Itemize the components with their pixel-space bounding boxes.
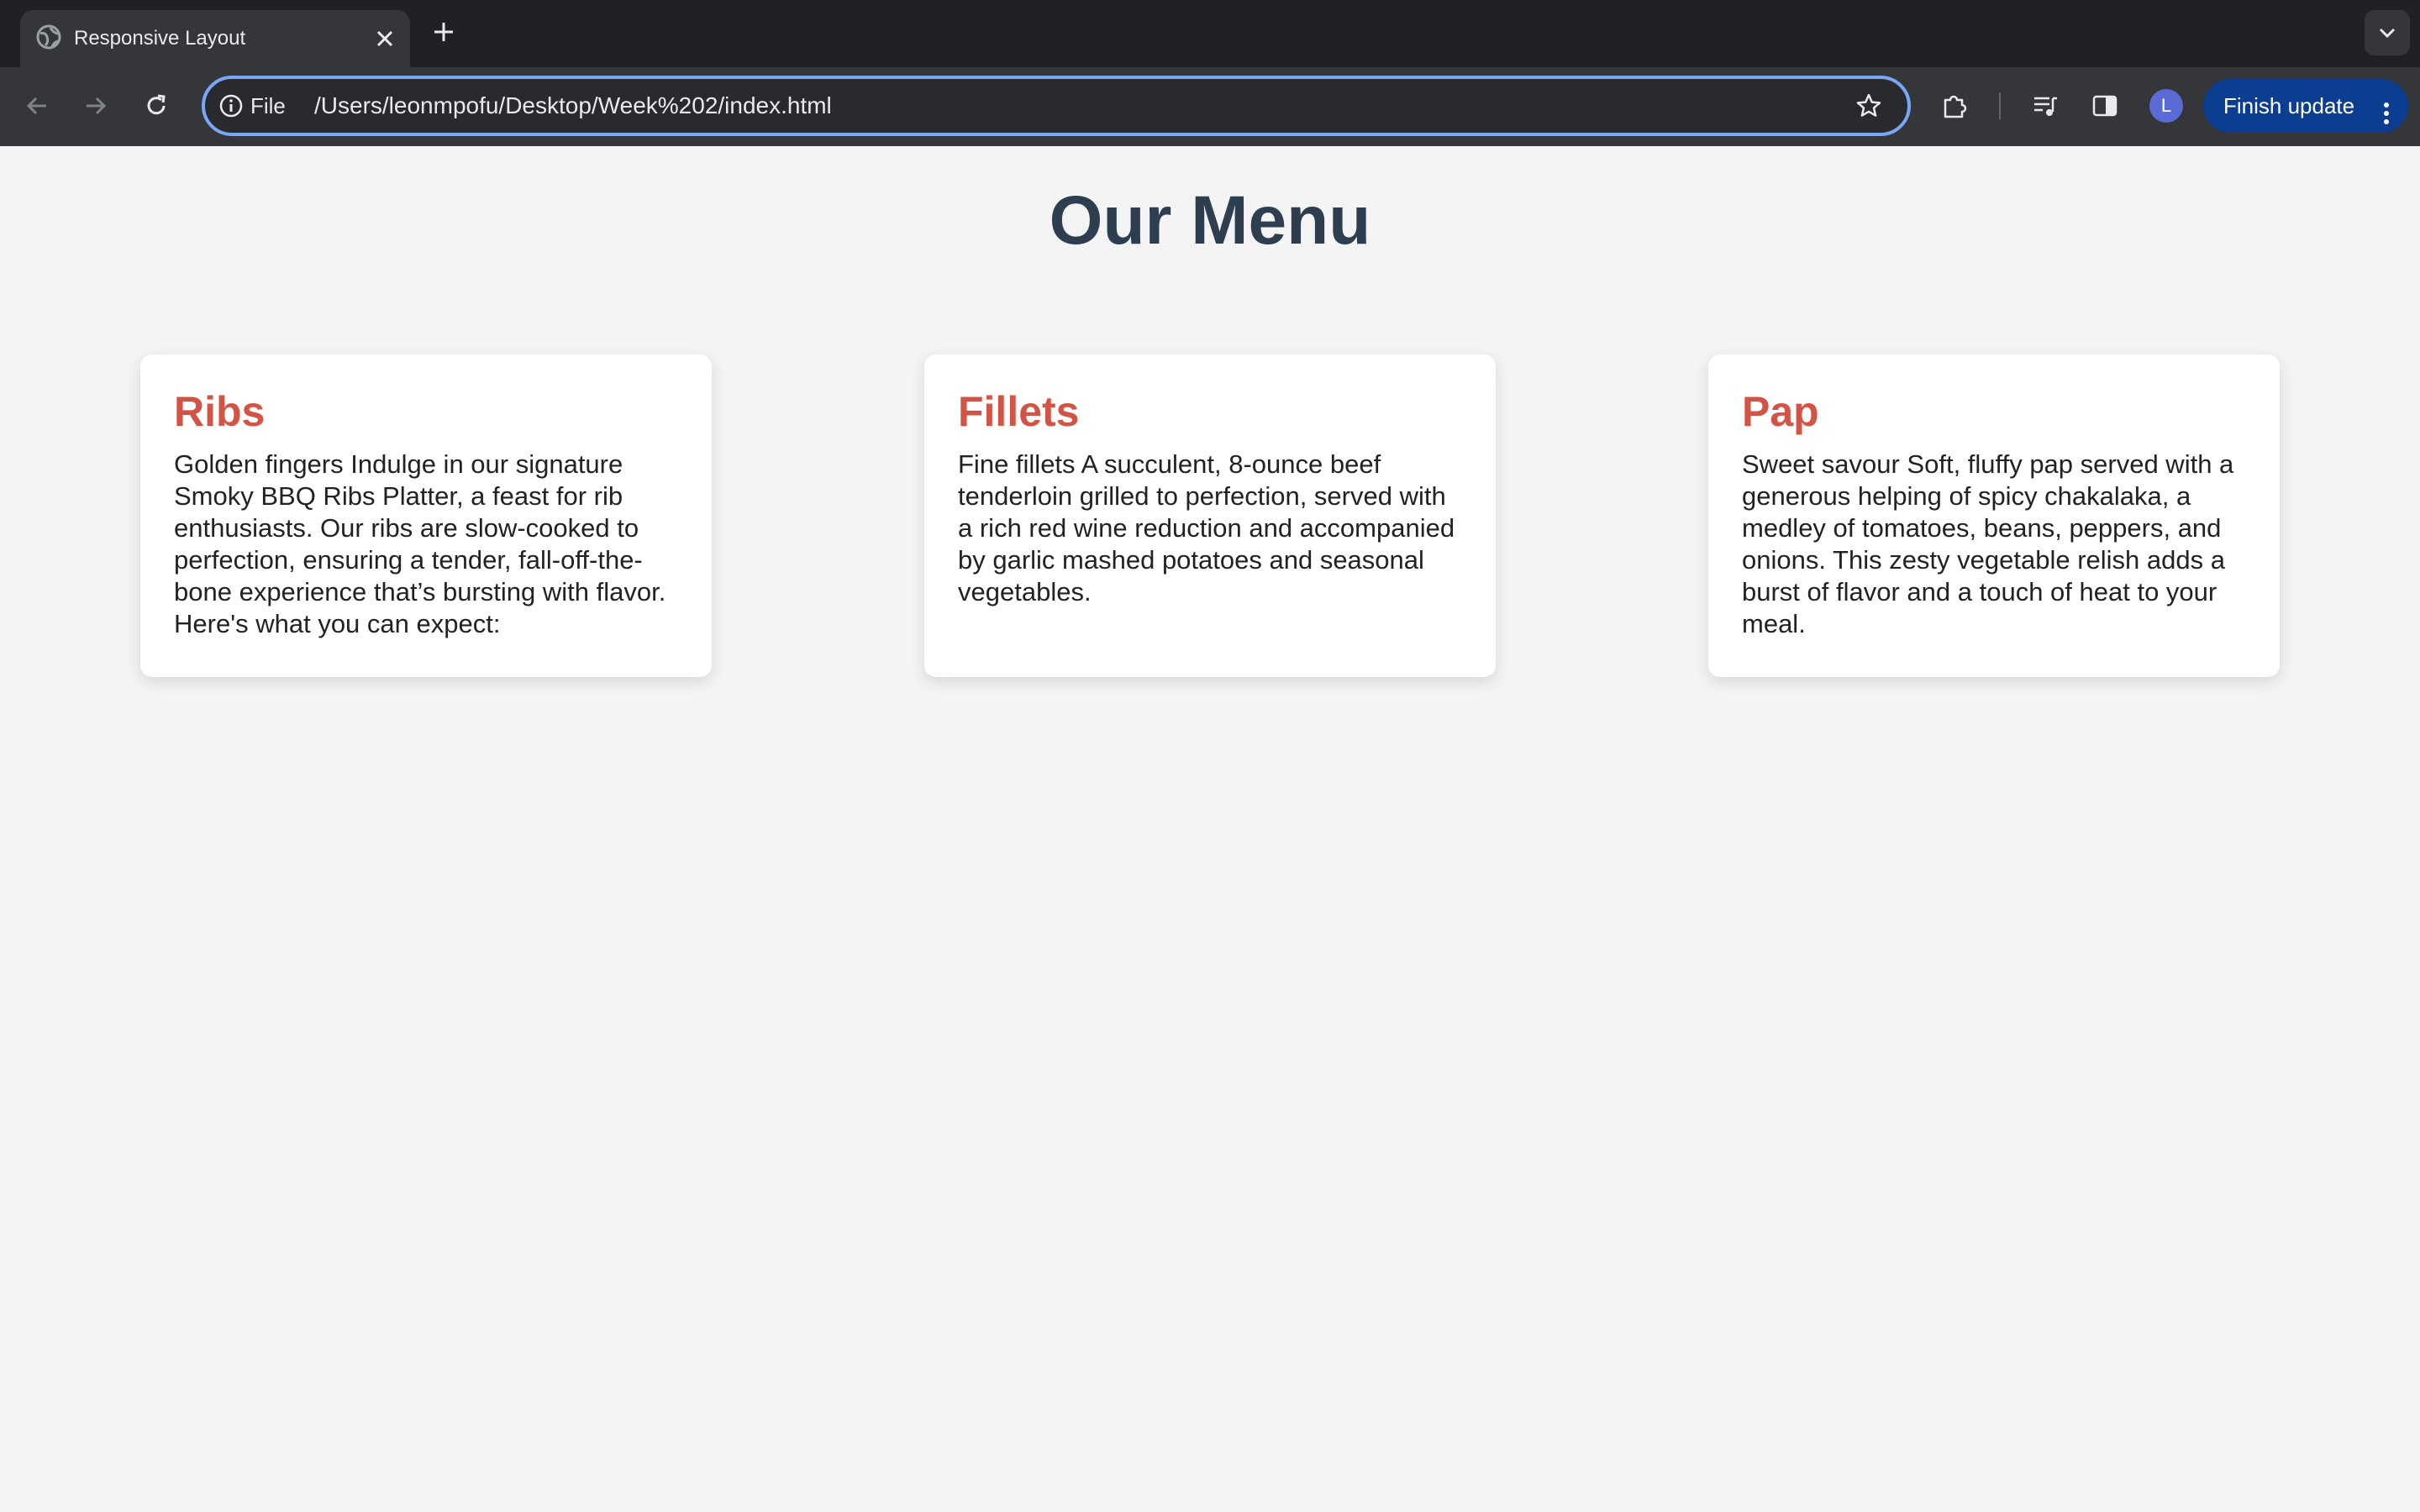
info-icon[interactable] [218, 91, 244, 121]
back-icon[interactable] [20, 89, 54, 123]
menu-card-pap: Pap Sweet savour Soft, fluffy pap served… [1708, 354, 2280, 677]
tab-responsive-layout[interactable]: Responsive Layout [20, 10, 410, 67]
chevron-down-icon[interactable] [2365, 10, 2410, 55]
plus-icon[interactable] [429, 17, 459, 47]
avatar[interactable]: L [2149, 89, 2183, 123]
url-text[interactable]: /Users/leonmpofu/Desktop/Week%202/index.… [314, 79, 832, 133]
card-heading: Pap [1742, 388, 1819, 435]
card-heading: Ribs [174, 388, 266, 435]
scheme-label: File [250, 93, 286, 118]
menu-card-ribs: Ribs Golden fingers Indulge in our signa… [140, 354, 712, 677]
card-heading: Fillets [958, 388, 1080, 435]
globe-icon [35, 24, 62, 50]
extensions-icon[interactable] [1938, 89, 1971, 123]
close-icon[interactable] [371, 25, 398, 52]
star-icon[interactable] [1854, 91, 1884, 121]
card-description: Golden fingers Indulge in our signature … [174, 449, 666, 638]
card-description: Sweet savour Soft, fluffy pap served wit… [1742, 449, 2234, 638]
side-panel-icon[interactable] [2088, 89, 2122, 123]
browser-chrome: Responsive Layout File /Users/leonmpofu/… [0, 0, 2420, 146]
media-controls-icon[interactable] [2028, 89, 2062, 123]
menu-card-fillets: Fillets Fine fillets A succulent, 8-ounc… [924, 354, 1496, 677]
toolbar-separator [1999, 92, 2001, 119]
forward-icon[interactable] [79, 89, 113, 123]
tab-strip: Responsive Layout [0, 0, 2420, 67]
address-bar[interactable]: File /Users/leonmpofu/Desktop/Week%202/i… [202, 76, 1911, 136]
more-vert-icon[interactable] [2381, 92, 2391, 124]
reload-icon[interactable] [139, 89, 173, 123]
page-title: Our Menu [1049, 182, 1371, 259]
tab-title: Responsive Layout [74, 27, 246, 50]
finish-update-label: Finish update [2223, 93, 2355, 118]
finish-update-button[interactable]: Finish update [2203, 79, 2408, 133]
page-content: Our Menu Ribs Golden fingers Indulge in … [0, 146, 2420, 1512]
card-description: Fine fillets A succulent, 8-ounce beef t… [958, 449, 1455, 606]
